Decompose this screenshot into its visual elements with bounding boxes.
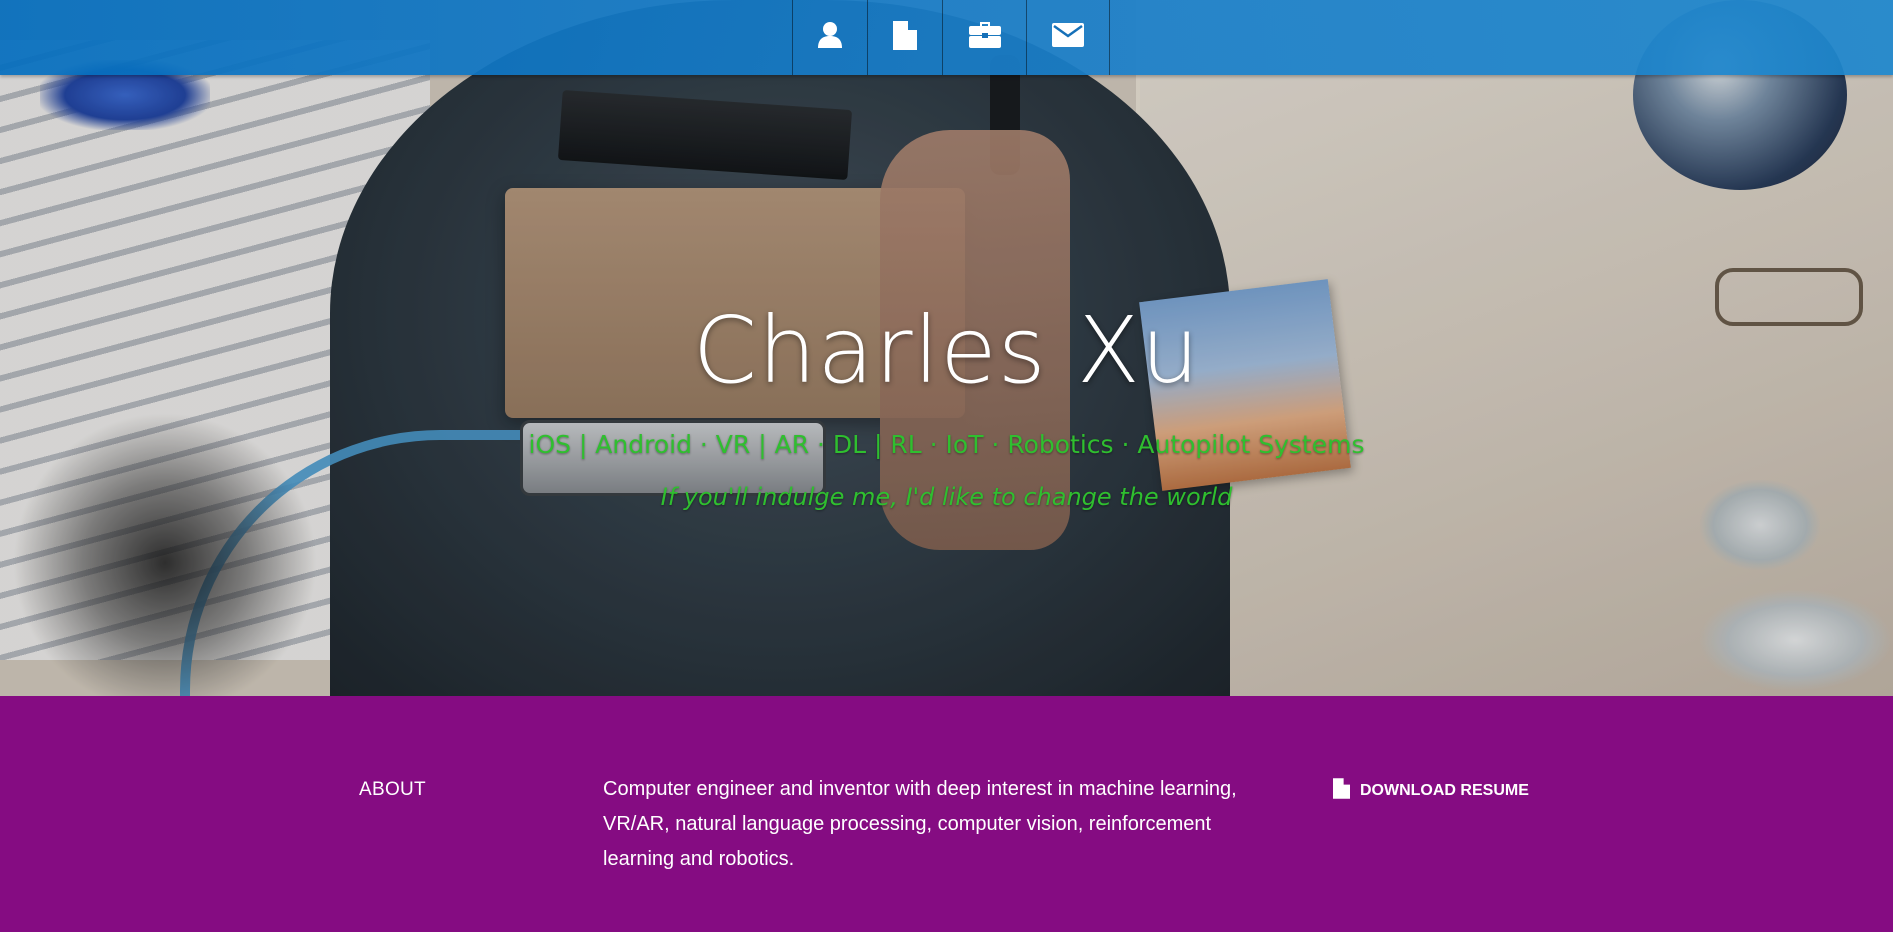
top-navbar: [0, 0, 1893, 75]
nav-about-button[interactable]: [792, 0, 867, 75]
page-title: Charles Xu: [692, 297, 1201, 404]
nav-icon-list: [792, 0, 1110, 75]
user-icon: [817, 21, 843, 54]
envelope-icon: [1052, 23, 1084, 52]
hero-subtitle: iOS | Android · VR | AR · DL | RL · IoT …: [528, 430, 1365, 459]
about-section: ABOUT Computer engineer and inventor wit…: [0, 696, 1893, 932]
document-icon: [1333, 778, 1360, 804]
about-text: Computer engineer and inventor with deep…: [603, 778, 1237, 870]
hero-section: Charles Xu iOS | Android · VR | AR · DL …: [0, 0, 1893, 696]
briefcase-icon: [968, 22, 1001, 53]
about-heading: ABOUT: [359, 779, 426, 800]
nav-contact-button[interactable]: [1026, 0, 1110, 75]
document-icon: [893, 20, 917, 55]
nav-resume-button[interactable]: [867, 0, 942, 75]
download-resume-label: DOWNLOAD RESUME: [1360, 782, 1529, 799]
download-resume-link[interactable]: DOWNLOAD RESUME: [1333, 778, 1529, 804]
nav-work-button[interactable]: [942, 0, 1026, 75]
hero-tagline: If you'll indulge me, I'd like to change…: [660, 483, 1233, 511]
